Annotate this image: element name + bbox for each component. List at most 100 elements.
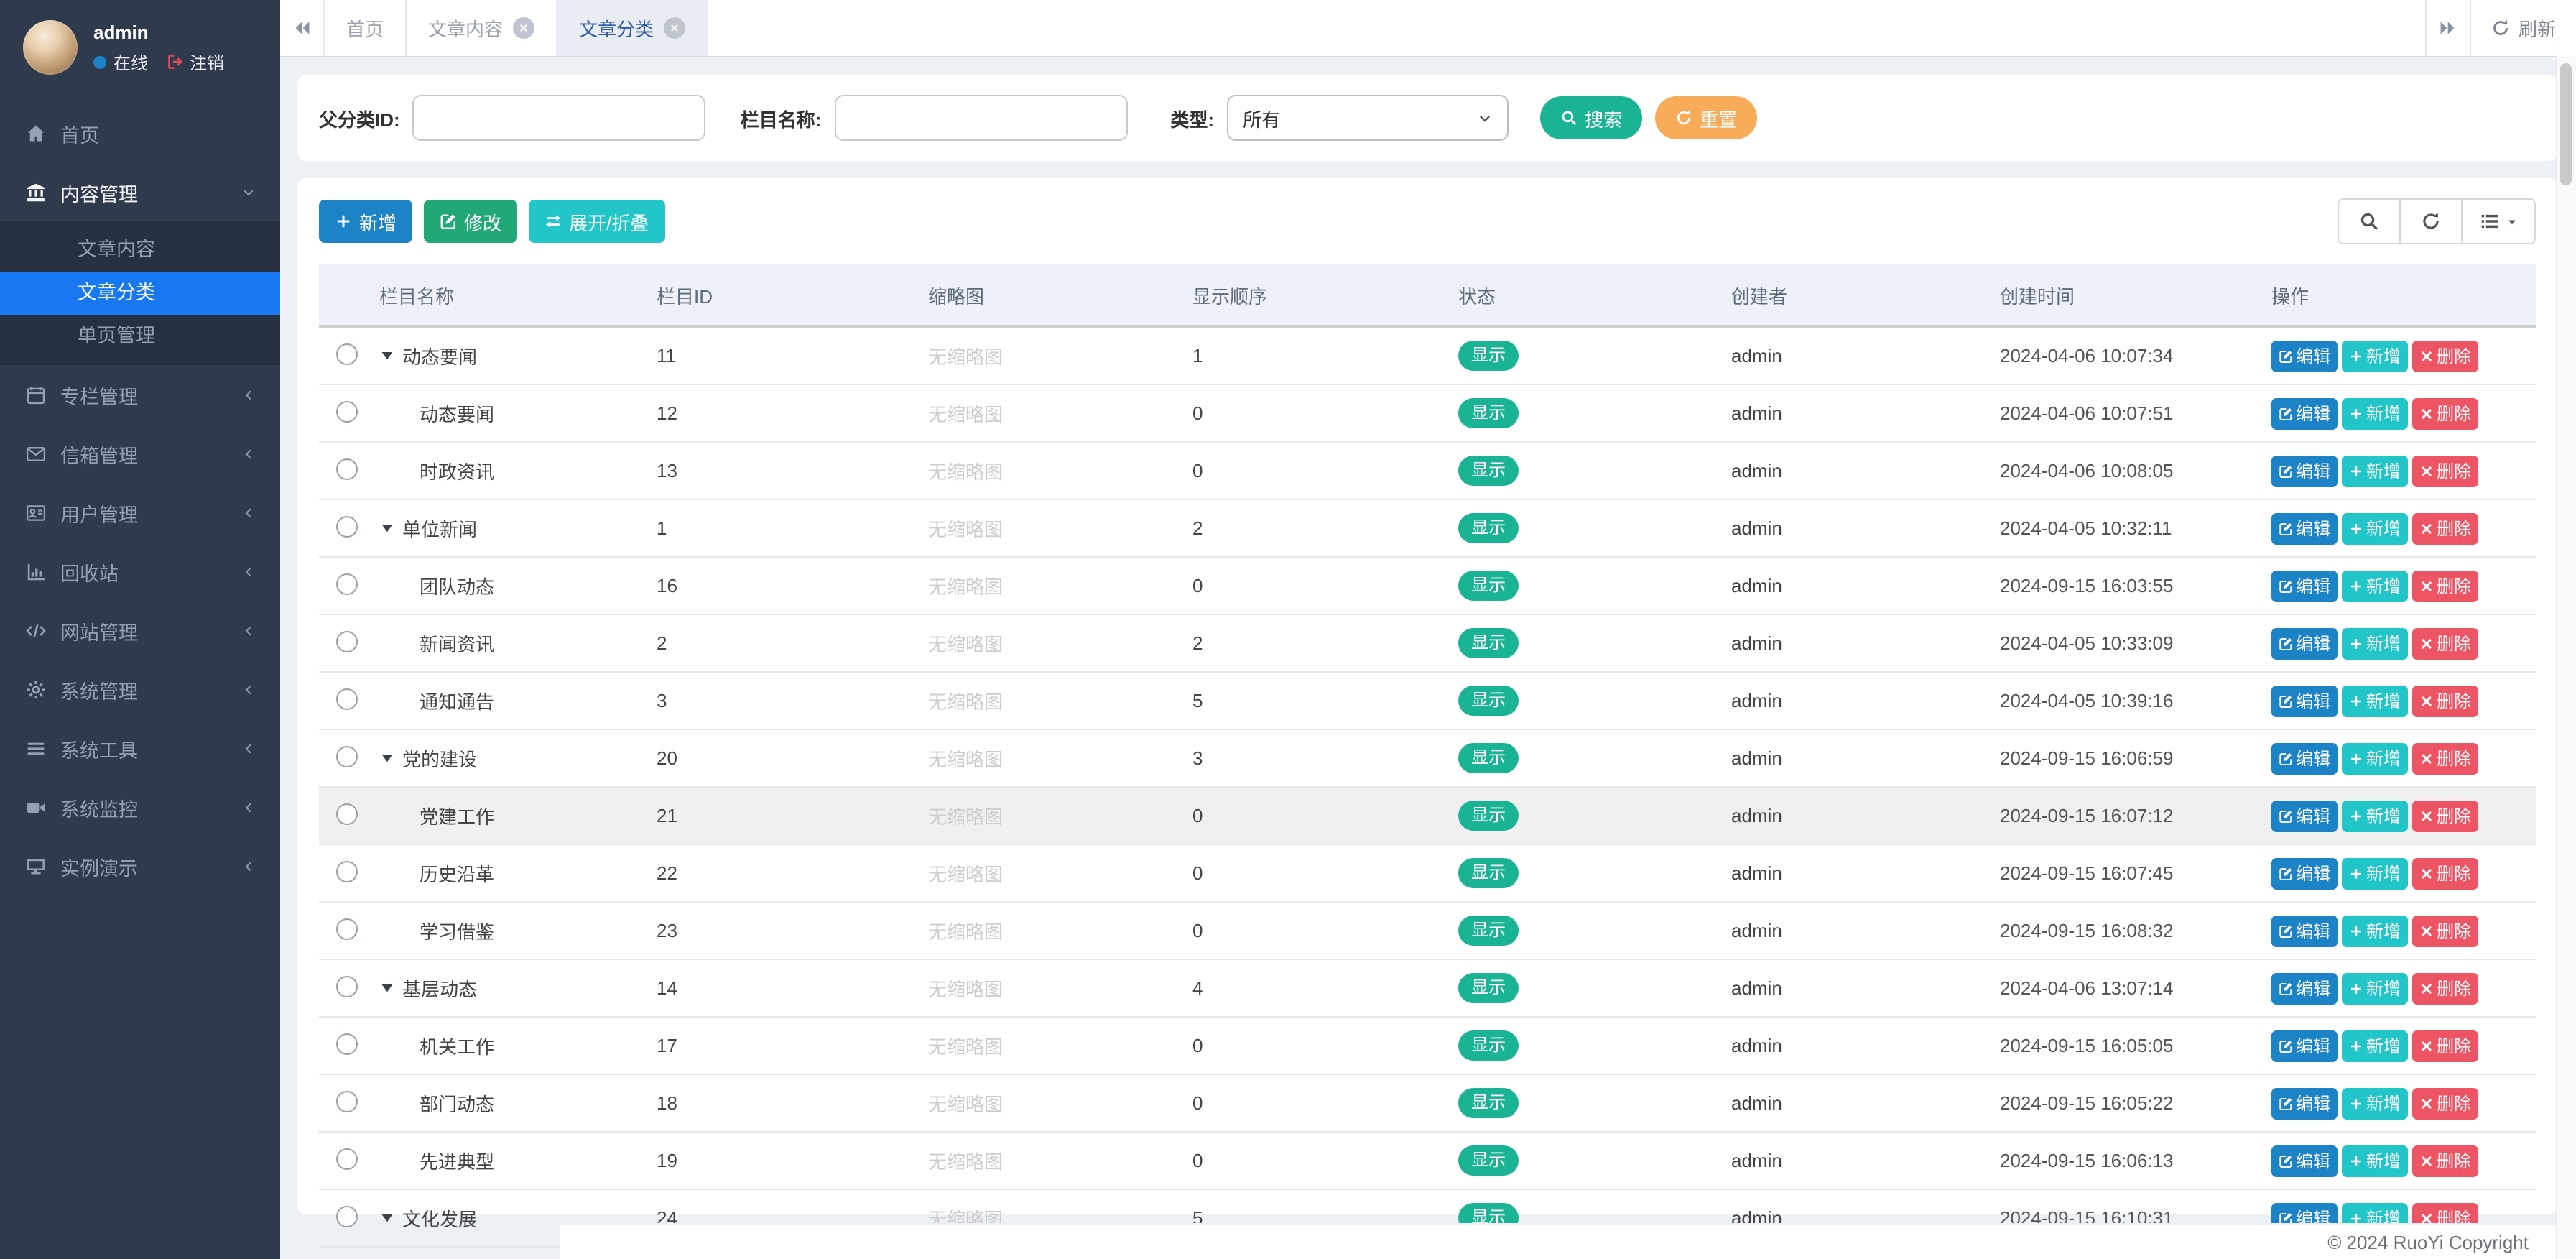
category-name-input[interactable] [834,95,1127,141]
tree-expand-icon[interactable] [379,750,395,766]
type-select[interactable]: 所有 [1227,95,1509,141]
row-delete-button[interactable]: 删除 [2412,455,2478,486]
row-delete-button[interactable]: 删除 [2412,857,2478,889]
row-radio[interactable] [336,573,358,594]
avatar[interactable] [23,20,78,75]
sidebar-item-user-mgmt[interactable]: 用户管理 [0,483,280,542]
reset-button[interactable]: 重置 [1655,96,1757,139]
refresh-table-button[interactable] [2399,198,2463,244]
tabs-scroll-left-button[interactable] [280,0,325,56]
row-delete-button[interactable]: 删除 [2412,627,2478,659]
row-edit-button[interactable]: 编辑 [2271,1087,2338,1119]
sidebar-item-mailbox-mgmt[interactable]: 信箱管理 [0,424,280,483]
close-icon[interactable] [664,17,685,39]
tab-home[interactable]: 首页 [325,0,407,56]
sidebar-item-recycle-bin[interactable]: 回收站 [0,542,280,601]
row-add-button[interactable]: 新增 [2342,1030,2408,1061]
table-row[interactable]: 单位新闻 1 无缩略图 2 显示 admin 2024-04-05 10:32:… [319,499,2536,557]
row-add-button[interactable]: 新增 [2342,915,2408,946]
sidebar-item-home[interactable]: 首页 [0,103,280,162]
row-add-button[interactable]: 新增 [2342,685,2408,716]
row-delete-button[interactable]: 删除 [2412,1145,2478,1176]
sidebar-item-article-category[interactable]: 文章分类 [0,272,280,315]
table-row[interactable]: 机关工作 17 无缩略图 0 显示 admin 2024-09-15 16:05… [319,1017,2536,1074]
sidebar-item-website-mgmt[interactable]: 网站管理 [0,601,280,660]
row-radio[interactable] [336,860,358,882]
row-radio[interactable] [336,975,358,997]
row-add-button[interactable]: 新增 [2342,570,2408,601]
row-delete-button[interactable]: 删除 [2412,340,2478,372]
sidebar-item-column-mgmt[interactable]: 专栏管理 [0,365,280,424]
sidebar-item-system-tools[interactable]: 系统工具 [0,719,280,778]
row-delete-button[interactable]: 删除 [2412,512,2478,544]
logout-button[interactable]: 注销 [167,50,224,74]
row-add-button[interactable]: 新增 [2342,340,2408,372]
row-add-button[interactable]: 新增 [2342,800,2408,831]
table-row[interactable]: 基层动态 14 无缩略图 4 显示 admin 2024-04-06 13:07… [319,959,2536,1017]
row-delete-button[interactable]: 删除 [2412,915,2478,946]
row-radio[interactable] [336,515,358,537]
tree-expand-icon[interactable] [379,348,395,364]
row-edit-button[interactable]: 编辑 [2271,455,2338,486]
row-radio[interactable] [336,918,358,939]
tree-expand-icon[interactable] [379,980,395,996]
parent-id-input[interactable] [413,95,706,141]
scrollbar-thumb[interactable] [2560,63,2572,185]
row-edit-button[interactable]: 编辑 [2271,1030,2338,1061]
row-edit-button[interactable]: 编辑 [2271,800,2338,831]
row-radio[interactable] [336,343,358,364]
row-delete-button[interactable]: 删除 [2412,397,2478,429]
row-add-button[interactable]: 新增 [2342,857,2408,889]
row-add-button[interactable]: 新增 [2342,742,2408,774]
row-edit-button[interactable]: 编辑 [2271,1145,2338,1176]
table-row[interactable]: 时政资讯 13 无缩略图 0 显示 admin 2024-04-06 10:08… [319,442,2536,499]
row-radio[interactable] [336,688,358,709]
tab-article-content[interactable]: 文章内容 [407,0,557,56]
vertical-scrollbar[interactable] [2556,56,2576,1259]
columns-button[interactable] [2461,198,2536,244]
row-radio[interactable] [336,1148,358,1169]
table-row[interactable]: 通知通告 3 无缩略图 5 显示 admin 2024-04-05 10:39:… [319,672,2536,729]
search-button[interactable]: 搜索 [1540,96,1642,139]
table-row[interactable]: 部门动态 18 无缩略图 0 显示 admin 2024-09-15 16:05… [319,1074,2536,1132]
row-radio[interactable] [336,745,358,767]
row-edit-button[interactable]: 编辑 [2271,972,2338,1004]
row-add-button[interactable]: 新增 [2342,1087,2408,1119]
edit-button[interactable]: 修改 [424,200,517,243]
row-edit-button[interactable]: 编辑 [2271,915,2338,946]
row-radio[interactable] [336,458,358,479]
row-delete-button[interactable]: 删除 [2412,570,2478,601]
row-radio[interactable] [336,400,358,422]
row-radio[interactable] [336,1090,358,1112]
row-add-button[interactable]: 新增 [2342,455,2408,486]
sidebar-item-demo[interactable]: 实例演示 [0,836,280,895]
tree-expand-icon[interactable] [379,1210,395,1226]
row-radio[interactable] [336,630,358,652]
row-add-button[interactable]: 新增 [2342,627,2408,659]
row-edit-button[interactable]: 编辑 [2271,397,2338,429]
sidebar-item-single-page[interactable]: 单页管理 [0,315,280,358]
row-delete-button[interactable]: 删除 [2412,1030,2478,1061]
table-row[interactable]: 动态要闻 11 无缩略图 1 显示 admin 2024-04-06 10:07… [319,326,2536,384]
show-search-button[interactable] [2338,198,2401,244]
row-edit-button[interactable]: 编辑 [2271,570,2338,601]
table-row[interactable]: 先进典型 19 无缩略图 0 显示 admin 2024-09-15 16:06… [319,1132,2536,1189]
row-edit-button[interactable]: 编辑 [2271,512,2338,544]
row-delete-button[interactable]: 删除 [2412,685,2478,716]
row-delete-button[interactable]: 删除 [2412,972,2478,1004]
add-button[interactable]: 新增 [319,200,412,243]
table-row[interactable]: 学习借鉴 23 无缩略图 0 显示 admin 2024-09-15 16:08… [319,902,2536,959]
sidebar-item-content-mgmt[interactable]: 内容管理 [0,162,280,221]
tabs-scroll-right-button[interactable] [2425,0,2470,56]
row-edit-button[interactable]: 编辑 [2271,627,2338,659]
row-radio[interactable] [336,803,358,824]
table-row[interactable]: 党的建设 20 无缩略图 3 显示 admin 2024-09-15 16:06… [319,729,2536,787]
sidebar-item-article-content[interactable]: 文章内容 [0,229,280,272]
row-add-button[interactable]: 新增 [2342,1145,2408,1176]
refresh-tab-button[interactable]: 刷新 [2470,0,2576,56]
table-row[interactable]: 团队动态 16 无缩略图 0 显示 admin 2024-09-15 16:03… [319,557,2536,614]
expand-collapse-button[interactable]: 展开/折叠 [529,200,664,243]
close-icon[interactable] [513,17,534,39]
row-add-button[interactable]: 新增 [2342,972,2408,1004]
row-delete-button[interactable]: 删除 [2412,1087,2478,1119]
